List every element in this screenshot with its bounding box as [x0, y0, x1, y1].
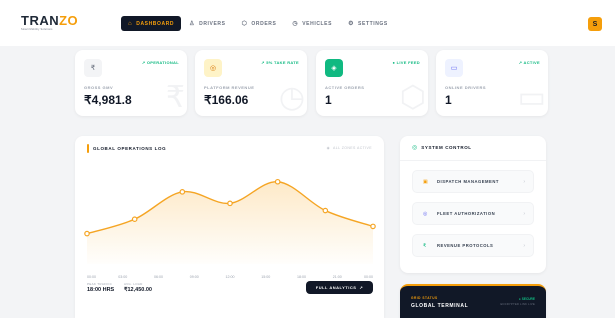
rupee-watermark-icon: ₹: [165, 81, 185, 114]
main-nav: ⌂ DASHBOARD ♙ DRIVERS ⬡ ORDERS ◷ VEHICLE…: [121, 16, 396, 31]
gear-icon: ⚙: [348, 21, 355, 27]
dispatch-management-button[interactable]: ▣ DISPATCH MANAGEMENT ›: [412, 170, 534, 193]
avg-load-value: ₹12,450.00: [124, 287, 152, 293]
chart-point[interactable]: [227, 200, 233, 207]
kpi-value: 1: [325, 93, 332, 107]
chart-point[interactable]: [370, 223, 376, 230]
nav-drivers[interactable]: ♙ DRIVERS: [181, 16, 233, 31]
truck-icon: ▣: [423, 178, 428, 185]
rupee-icon: ₹: [84, 59, 102, 77]
x-tick-label: 09:00: [190, 275, 199, 279]
top-navbar: TRANZO Smart Mobility Solutions ⌂ DASHBO…: [0, 0, 615, 46]
user-avatar-button[interactable]: S: [588, 17, 602, 31]
x-tick-label: 00:00: [364, 275, 373, 279]
kpi-card-platform-revenue: ◎ ↗ 5% TAKE RATE PLATFORM REVENUE ₹166.0…: [195, 50, 307, 116]
chart-point[interactable]: [131, 216, 138, 223]
box-watermark-icon: ⬡: [399, 81, 426, 114]
kpi-label: ONLINE DRIVERS: [445, 85, 487, 90]
x-tick-label: 03:00: [118, 275, 127, 279]
kpi-card-active-orders: ◈ ● LIVE FEED ACTIVE ORDERS 1 ⬡: [316, 50, 428, 116]
brand-logo[interactable]: TRANZO Smart Mobility Solutions: [21, 13, 78, 31]
chart-point[interactable]: [179, 189, 186, 195]
terminal-subtitle: GRID STATUS: [411, 296, 438, 300]
nav-vehicles[interactable]: ◷ VEHICLES: [284, 16, 340, 31]
system-control-card: ◎ SYSTEM CONTROL ▣ DISPATCH MANAGEMENT ›…: [400, 136, 546, 273]
kpi-value: 1: [445, 93, 452, 107]
chart-point[interactable]: [274, 178, 281, 185]
kpi-tag: ↗ OPERATIONAL: [141, 60, 179, 65]
chart-area-fill: [87, 181, 373, 264]
kpi-label: GROSS GMV: [84, 85, 114, 90]
operations-log-card: GLOBAL OPERATIONS LOG ◉ ALL ZONES ACTIVE…: [75, 136, 384, 318]
chart-point[interactable]: [84, 230, 90, 237]
nav-dashboard[interactable]: ⌂ DASHBOARD: [121, 16, 182, 31]
terminal-note: ENCRYPTED LINK LIVE: [500, 303, 535, 306]
nav-settings[interactable]: ⚙ SETTINGS: [340, 16, 396, 31]
chevron-right-icon: ›: [523, 210, 525, 217]
kpi-card-online-drivers: ▭ ↗ ACTIVE ONLINE DRIVERS 1 ▭: [436, 50, 548, 116]
peak-traffic-value: 18:00 HRS: [87, 287, 115, 293]
chart-point[interactable]: [322, 207, 329, 214]
brand-name: TRANZO: [21, 13, 79, 28]
rupee-icon: ₹: [423, 242, 427, 249]
x-tick-label: 18:00: [297, 275, 306, 279]
box-icon: ⬡: [241, 21, 248, 27]
x-tick-label: 06:00: [154, 275, 163, 279]
user-icon: ♙: [189, 21, 196, 27]
external-link-icon: ↗: [359, 285, 364, 290]
x-tick-label: 21:00: [333, 275, 342, 279]
terminal-title: GLOBAL TERMINAL: [411, 303, 469, 309]
shield-icon: ◎: [423, 210, 428, 217]
revenue-protocols-button[interactable]: ₹ REVENUE PROTOCOLS ›: [412, 234, 534, 257]
kpi-tag: ● LIVE FEED: [392, 60, 420, 65]
nav-orders[interactable]: ⬡ ORDERS: [234, 16, 285, 31]
x-tick-label: 12:00: [226, 275, 235, 279]
box-icon: ◈: [325, 59, 343, 77]
clock-icon: ◷: [292, 21, 299, 27]
x-tick-label: 00:00: [87, 275, 96, 279]
chevron-right-icon: ›: [523, 242, 525, 249]
fleet-authorization-button[interactable]: ◎ FLEET AUTHORIZATION ›: [412, 202, 534, 225]
kpi-card-gross-gmv: ₹ ↗ OPERATIONAL GROSS GMV ₹4,981.8 ₹: [75, 50, 187, 116]
divider: [400, 160, 546, 161]
terminal-status: ● SECURE: [518, 297, 535, 301]
x-tick-label: 15:00: [261, 275, 270, 279]
home-icon: ⌂: [128, 20, 133, 27]
kpi-value: ₹166.06: [204, 93, 249, 107]
chevron-right-icon: ›: [523, 178, 525, 185]
brand-tagline: Smart Mobility Solutions: [21, 28, 53, 31]
kpi-label: PLATFORM REVENUE: [204, 85, 255, 90]
system-control-title: ◎ SYSTEM CONTROL: [412, 145, 472, 151]
truck-icon: ▭: [445, 59, 463, 77]
peak-traffic-label: PEAK TRAFFIC: [87, 282, 113, 286]
kpi-label: ACTIVE ORDERS: [325, 85, 365, 90]
truck-watermark-icon: ▭: [517, 81, 546, 114]
kpi-tag: ↗ 5% TAKE RATE: [261, 60, 299, 65]
shield-icon: ◎: [412, 145, 418, 151]
full-analytics-button[interactable]: FULL ANALYTICS ↗: [306, 281, 373, 294]
global-terminal-card[interactable]: GRID STATUS GLOBAL TERMINAL ● SECURE ENC…: [400, 284, 546, 318]
avg-load-label: AVG. LOAD: [124, 282, 143, 286]
coins-icon: ◎: [204, 59, 222, 77]
clock-watermark-icon: ◷: [278, 81, 305, 114]
kpi-tag: ↗ ACTIVE: [518, 60, 540, 65]
kpi-value: ₹4,981.8: [84, 93, 132, 107]
